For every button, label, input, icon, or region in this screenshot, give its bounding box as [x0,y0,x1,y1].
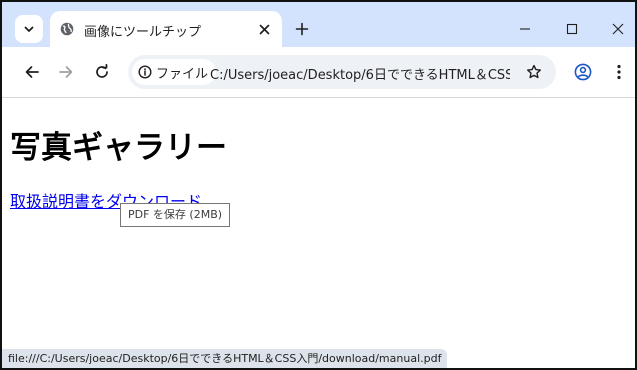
site-info-chip[interactable]: ファイル [132,59,217,85]
tab-search-button[interactable] [15,15,43,43]
back-button[interactable] [21,61,43,83]
globe-icon [60,22,74,36]
address-bar[interactable]: ファイル C:/Users/joeac/Desktop/6日でできるHTML＆C… [128,55,556,89]
minimize-icon [520,28,530,30]
maximize-icon [566,23,578,35]
tab-title: 画像にツールチップ [84,25,202,40]
reload-icon [96,64,108,78]
page-content: 写真ギャラリー 取扱説明書をダウンロード PDF を保存 (2MB) file:… [2,98,635,368]
status-bar-url: file:///C:/Users/joeac/Desktop/6日でできるHTM… [2,349,448,368]
forward-button[interactable] [55,61,77,83]
close-icon [612,23,624,35]
url-text[interactable]: C:/Users/joeac/Desktop/6日でできるHTML＆CSS... [210,64,510,83]
page-title: 写真ギャラリー [10,130,227,166]
info-icon [138,65,152,79]
window-close-button[interactable] [606,17,630,41]
plus-icon [295,22,309,36]
forward-arrow-icon [59,66,73,78]
back-arrow-icon [25,66,39,78]
more-vert-icon [617,64,621,80]
new-tab-button[interactable] [291,18,313,40]
tab-close-button[interactable] [256,21,272,37]
reload-button[interactable] [91,61,113,83]
profile-button[interactable] [572,61,594,83]
close-icon [259,24,269,34]
chevron-down-icon [24,26,34,32]
browser-toolbar: ファイル C:/Users/joeac/Desktop/6日でできるHTML＆C… [2,47,635,98]
browser-window: 画像にツールチップ ファイル C:/Users/joeac/Desktop/6日… [0,0,637,370]
minimize-button[interactable] [513,17,537,41]
maximize-button[interactable] [560,17,584,41]
site-info-label: ファイル [156,66,209,82]
link-tooltip: PDF を保存 (2MB) [120,203,231,227]
more-menu-button[interactable] [608,61,630,83]
profile-icon [574,63,592,81]
tab-active[interactable]: 画像にツールチップ [50,11,282,47]
bookmark-button[interactable] [524,62,544,82]
tab-strip: 画像にツールチップ [2,2,635,47]
star-icon [527,64,541,79]
